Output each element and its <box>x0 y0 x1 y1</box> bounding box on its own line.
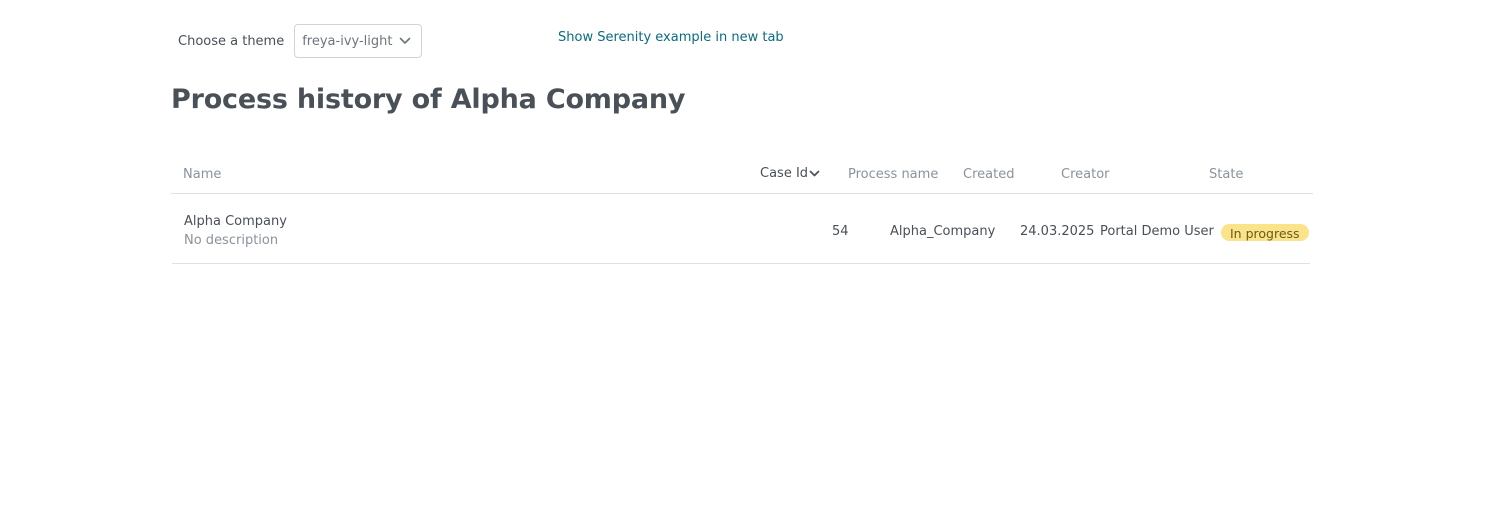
column-header-case-id-label: Case Id <box>760 166 809 181</box>
column-header-creator[interactable]: Creator <box>1061 167 1110 182</box>
process-name-cell: Alpha_Company <box>890 224 996 239</box>
state-badge: In progress <box>1221 224 1309 241</box>
case-id-cell: 54 <box>832 224 849 239</box>
theme-label: Choose a theme <box>178 33 285 49</box>
theme-chooser: Choose a theme freya-ivy-light <box>178 24 423 58</box>
sort-down-icon <box>809 170 820 177</box>
page: Choose a theme freya-ivy-light Show Sere… <box>0 0 1500 514</box>
column-header-process-name[interactable]: Process name <box>848 167 938 182</box>
case-name: Alpha Company <box>184 214 287 229</box>
column-header-name[interactable]: Name <box>183 167 221 182</box>
theme-select[interactable]: freya-ivy-light <box>294 24 423 58</box>
column-header-created[interactable]: Created <box>963 167 1014 182</box>
created-cell: 24.03.2025 <box>1020 224 1095 239</box>
theme-select-value: freya-ivy-light <box>302 33 393 49</box>
serenity-example-link[interactable]: Show Serenity example in new tab <box>558 30 784 45</box>
creator-cell: Portal Demo User <box>1100 224 1214 239</box>
table-row[interactable]: Alpha Company No description 54 Alpha_Co… <box>172 194 1310 264</box>
page-title: Process history of Alpha Company <box>171 84 686 115</box>
column-header-case-id[interactable]: Case Id <box>760 166 820 181</box>
process-history-table: Name Case Id Process name Created Creato… <box>171 155 1313 264</box>
table-header: Name Case Id Process name Created Creato… <box>171 155 1313 194</box>
case-description: No description <box>184 233 279 248</box>
column-header-state[interactable]: State <box>1209 167 1243 182</box>
chevron-down-icon <box>399 37 411 44</box>
